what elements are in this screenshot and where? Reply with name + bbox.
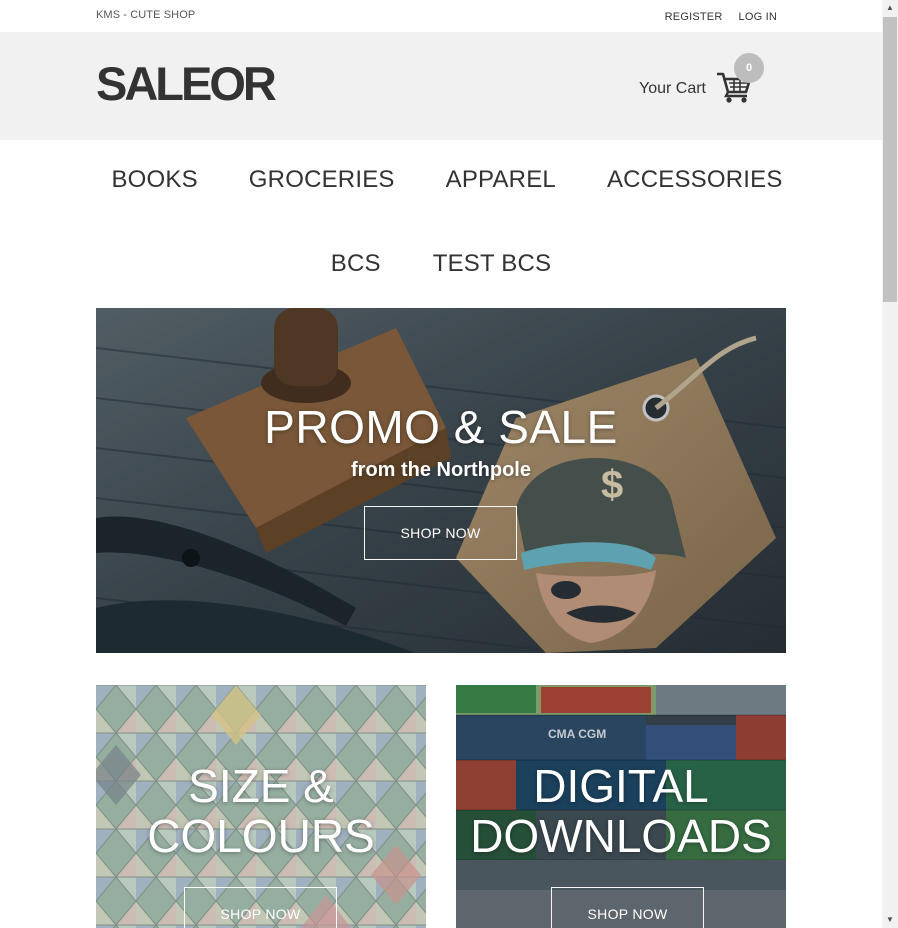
hero-promo[interactable]: $ PROMO & SALE from the Northpole SHOP N…	[96, 308, 786, 653]
login-link[interactable]: LOG IN	[739, 11, 778, 23]
site-header: SALEOR Your Cart	[0, 32, 882, 140]
hero-shop-now-button[interactable]: SHOP NOW	[364, 506, 517, 560]
scroll-down-arrow-icon[interactable]: ▼	[882, 912, 898, 928]
logo-text: SALEOR	[96, 57, 276, 106]
cart-link[interactable]: Your Cart	[639, 72, 752, 106]
account-links: REGISTER LOG IN	[665, 11, 777, 23]
nav-item-books[interactable]: BOOKS	[111, 166, 197, 194]
nav-item-apparel[interactable]: APPAREL	[446, 166, 556, 194]
page-scrollbar[interactable]: ▲ ▼	[882, 0, 898, 928]
top-bar: KMS - CUTE SHOP REGISTER LOG IN	[0, 0, 882, 32]
nav-item-test-bcs[interactable]: TEST BCS	[433, 250, 552, 278]
nav-item-bcs[interactable]: BCS	[331, 250, 381, 278]
tile-title: DIGITAL DOWNLOADS	[456, 761, 786, 861]
tile-title-line: SIZE &	[188, 760, 334, 812]
scroll-thumb[interactable]	[883, 17, 897, 302]
size-colours-promo[interactable]: SIZE & COLOURS SHOP NOW	[96, 685, 426, 928]
shop-name: KMS - CUTE SHOP	[96, 9, 196, 21]
nav-row: BOOKS GROCERIES APPAREL ACCESSORIES	[0, 166, 882, 194]
nav-item-accessories[interactable]: ACCESSORIES	[607, 166, 783, 194]
tile-title: SIZE & COLOURS	[96, 761, 426, 861]
scroll-up-arrow-icon[interactable]: ▲	[882, 0, 898, 16]
size-colours-shop-now-button[interactable]: SHOP NOW	[184, 887, 337, 928]
register-link[interactable]: REGISTER	[665, 11, 723, 23]
nav-item-groceries[interactable]: GROCERIES	[249, 166, 395, 194]
digital-downloads-shop-now-button[interactable]: SHOP NOW	[551, 887, 704, 928]
category-nav: BOOKS GROCERIES APPAREL ACCESSORIES BCS …	[0, 140, 882, 308]
hero-title: PROMO & SALE	[264, 401, 618, 453]
cart-label: Your Cart	[639, 80, 706, 97]
cart-count-badge: 0	[734, 53, 764, 83]
saleor-logo[interactable]: SALEOR	[96, 56, 276, 106]
tile-title-line: COLOURS	[147, 810, 375, 862]
tile-title-line: DOWNLOADS	[470, 810, 772, 862]
hero-subtitle: from the Northpole	[351, 459, 531, 481]
tile-title-line: DIGITAL	[533, 760, 709, 812]
nav-row: BCS TEST BCS	[0, 250, 882, 278]
digital-downloads-promo[interactable]: CMA CGM DIGITAL DOWNLOADS SHOP NOW	[456, 685, 786, 928]
